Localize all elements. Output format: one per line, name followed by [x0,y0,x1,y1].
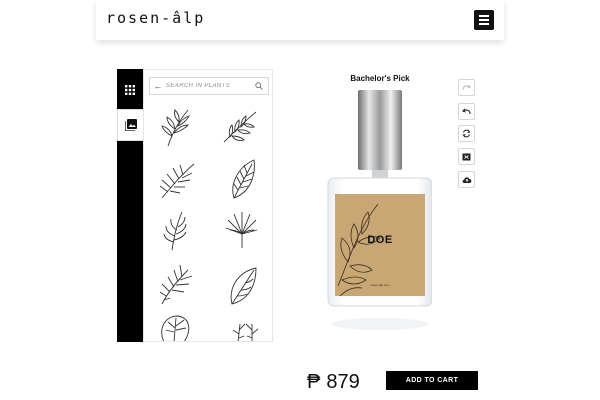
bottle-cap [358,90,402,170]
toggle-button[interactable] [458,148,475,165]
perfume-bottle-preview [327,90,432,330]
apps-grid-icon [125,85,135,95]
toggle-icon [462,153,471,160]
monstera-plant-icon[interactable] [158,314,192,342]
palm-frond-plant-icon[interactable] [158,160,196,200]
single-leaf-plant-icon[interactable] [228,266,258,306]
brand-logo[interactable]: rosen-âlp [106,9,205,27]
undo-button[interactable] [458,103,475,120]
product-price: ₱ 879 [307,371,360,394]
sprig-plant-icon[interactable] [162,210,190,252]
plant-search-input[interactable] [166,79,252,93]
back-arrow-icon[interactable]: ← [150,81,166,91]
plants-panel: ← [143,69,273,342]
label-url-text: rosen-alp.com [370,283,390,287]
price-value: 879 [326,371,360,393]
twig-plant-icon[interactable] [158,262,194,306]
editor-sidebar [117,69,143,342]
cloud-upload-button[interactable] [458,171,475,188]
add-to-cart-button[interactable]: ADD TO CART [386,371,478,390]
label-name-text[interactable]: DOE [335,234,425,246]
cloud-upload-icon [462,176,471,183]
site-header: rosen-âlp [96,0,504,40]
hamburger-menu-button[interactable] [474,10,494,30]
menu-line [479,15,489,17]
product-title: Bachelor's Pick [350,74,410,83]
refresh-icon [462,129,471,138]
leaf-branch-plant-icon[interactable] [222,108,258,146]
redo-button[interactable] [458,79,475,96]
currency-symbol: ₱ [307,371,321,393]
image-gallery-button[interactable] [117,109,143,141]
refresh-button[interactable] [458,125,475,142]
menu-line [479,23,489,25]
plant-search-bar: ← [149,77,269,95]
fan-palm-plant-icon[interactable] [224,212,258,250]
small-sprig-plant-icon[interactable] [230,320,260,342]
menu-line [479,19,489,21]
apps-grid-button[interactable] [117,73,143,107]
image-gallery-icon [124,119,137,131]
fern-branch-plant-icon[interactable] [160,106,194,148]
undo-icon [462,108,471,115]
striped-leaf-plant-icon[interactable] [228,158,258,200]
search-icon[interactable] [252,82,266,90]
redo-icon [462,84,471,91]
